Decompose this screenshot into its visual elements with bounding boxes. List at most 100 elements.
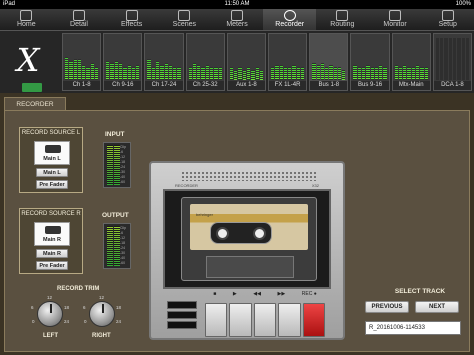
meter-bar bbox=[127, 65, 131, 80]
meter-bar bbox=[82, 65, 86, 80]
meter-bar bbox=[65, 56, 69, 80]
source-r-tap-button[interactable]: Pre Fader bbox=[36, 261, 68, 270]
stop-button[interactable] bbox=[205, 303, 228, 337]
meter-bar bbox=[151, 67, 155, 80]
meter-bars bbox=[312, 38, 346, 80]
tab-detail[interactable]: Detail bbox=[53, 9, 106, 30]
meter-bar bbox=[255, 67, 259, 80]
trim-right-knob[interactable] bbox=[89, 301, 115, 327]
meter-bar bbox=[440, 38, 444, 80]
meter-bars bbox=[271, 38, 305, 80]
source-l-select-button[interactable]: Main L bbox=[36, 168, 68, 177]
meter-group[interactable]: Ch 1-8 bbox=[62, 33, 102, 91]
trim-left-knob[interactable] bbox=[37, 301, 63, 327]
meter-bar bbox=[361, 67, 366, 80]
meter-bar bbox=[461, 38, 465, 80]
record-source-l-card[interactable]: Main L bbox=[34, 141, 70, 165]
meters-icon bbox=[231, 10, 244, 21]
meter-group[interactable]: Bus 1-8 bbox=[309, 33, 349, 91]
main-panel: RECORDER RECORD SOURCE L Main L Main L P… bbox=[0, 93, 474, 355]
meter-bar bbox=[164, 63, 168, 80]
source-r-select-button[interactable]: Main R bbox=[36, 249, 68, 258]
meter-bar bbox=[312, 63, 316, 80]
meter-group-label: Aux 1-8 bbox=[227, 81, 266, 90]
meter-group[interactable]: Ch 9-16 bbox=[103, 33, 143, 91]
cassette-bottom bbox=[206, 256, 294, 278]
meter-bar bbox=[188, 67, 192, 80]
meter-group[interactable]: Aux 1-8 bbox=[226, 33, 267, 91]
cassette-well: behringer bbox=[163, 189, 331, 289]
record-source-l: RECORD SOURCE L Main L Main L Pre Fader bbox=[19, 127, 83, 193]
meter-bar bbox=[420, 67, 424, 80]
tab-home[interactable]: Home bbox=[0, 9, 53, 30]
meter-group-label: Ch 17-24 bbox=[145, 81, 183, 90]
meter-group[interactable]: FX 1L-4R bbox=[268, 33, 308, 91]
fast-forward-button[interactable] bbox=[278, 303, 301, 337]
select-track-title: SELECT TRACK bbox=[394, 288, 446, 295]
rewind-button[interactable] bbox=[253, 303, 277, 337]
meter-bar bbox=[325, 67, 329, 80]
meter-bar bbox=[416, 65, 420, 80]
cassette-deck: RECORDER X32 behringer ■ ▶ ◀◀ ▶▶ REC ● bbox=[149, 161, 345, 340]
play-button[interactable] bbox=[229, 303, 252, 337]
next-track-button[interactable]: NEXT bbox=[415, 301, 459, 313]
meter-bar bbox=[197, 65, 201, 80]
output-meter: Clip -6 -12 -18 -24 -30 -40 -60 bbox=[103, 223, 131, 269]
meter-bar bbox=[77, 59, 82, 80]
meter-bar bbox=[457, 38, 461, 80]
detail-icon bbox=[73, 10, 85, 21]
meter-bar bbox=[403, 65, 407, 80]
meter-bar bbox=[465, 38, 470, 80]
tab-scenes[interactable]: Scenes bbox=[158, 9, 211, 30]
meter-strip: X Ch 1-8 Ch 9-16 Ch 17-24 Ch 25-32 Aux 1-8 FX… bbox=[0, 31, 474, 93]
previous-track-button[interactable]: PREVIOUS bbox=[365, 301, 409, 313]
output-meter-scale: Clip -6 -12 -18 -24 -30 -40 -60 bbox=[120, 226, 126, 266]
record-source-r-card[interactable]: Main R bbox=[34, 222, 70, 246]
meter-group[interactable]: DCA 1-8 bbox=[432, 33, 473, 91]
meter-bar bbox=[383, 67, 387, 80]
meter-group[interactable]: Bus 9-16 bbox=[350, 33, 390, 91]
tab-monitor[interactable]: Monitor bbox=[369, 9, 422, 30]
tab-recorder[interactable]: RECORDER bbox=[4, 97, 66, 111]
meter-group-label: Ch 1-8 bbox=[63, 81, 101, 90]
tab-setup[interactable]: Setup bbox=[421, 9, 474, 30]
meter-bar bbox=[155, 61, 160, 80]
meter-bar bbox=[238, 67, 242, 80]
deck-label: RECORDER bbox=[175, 183, 198, 188]
transport-glyph: ▶ bbox=[232, 291, 237, 297]
counter-row bbox=[167, 301, 197, 309]
trim-left-tick-12: 12 bbox=[47, 295, 53, 300]
record-button[interactable] bbox=[302, 303, 326, 337]
meter-bar bbox=[73, 59, 77, 80]
meter-bar bbox=[320, 63, 325, 80]
meter-bar bbox=[69, 61, 73, 80]
meter-bar bbox=[173, 67, 177, 80]
meter-bar bbox=[292, 65, 296, 80]
meter-bars bbox=[394, 38, 428, 80]
meter-bar bbox=[357, 67, 361, 80]
meter-group-label: Bus 1-8 bbox=[310, 81, 348, 90]
meter-bar bbox=[448, 38, 452, 80]
tab-label: Home bbox=[16, 21, 36, 28]
meter-group-label: DCA 1-8 bbox=[433, 81, 472, 90]
tab-routing[interactable]: Routing bbox=[316, 9, 369, 30]
meter-bar bbox=[283, 67, 288, 80]
track-name-field[interactable]: R_20161006-114533 bbox=[365, 321, 461, 335]
record-source-l-title: RECORD SOURCE L bbox=[21, 130, 81, 136]
trim-left-tick-6: 6 bbox=[31, 305, 34, 310]
xlr-icon bbox=[45, 145, 61, 153]
tab-effects[interactable]: Effects bbox=[105, 9, 158, 30]
tab-meters[interactable]: Meters bbox=[211, 9, 264, 30]
meter-group[interactable]: Mtx-Main bbox=[391, 33, 431, 91]
tab-recorder[interactable]: Recorder bbox=[263, 9, 317, 30]
recorder-icon bbox=[283, 10, 296, 21]
meter-groups: Ch 1-8 Ch 9-16 Ch 17-24 Ch 25-32 Aux 1-8 FX 1… bbox=[62, 33, 473, 91]
meter-bar bbox=[210, 67, 214, 80]
meter-bars bbox=[147, 38, 181, 80]
meter-group[interactable]: Ch 17-24 bbox=[144, 33, 184, 91]
source-l-tap-button[interactable]: Pre Fader bbox=[36, 180, 68, 189]
meter-group[interactable]: Ch 25-32 bbox=[185, 33, 225, 91]
left-reel bbox=[216, 227, 229, 240]
meter-bars bbox=[106, 38, 140, 80]
tab-label: Scenes bbox=[172, 21, 197, 28]
